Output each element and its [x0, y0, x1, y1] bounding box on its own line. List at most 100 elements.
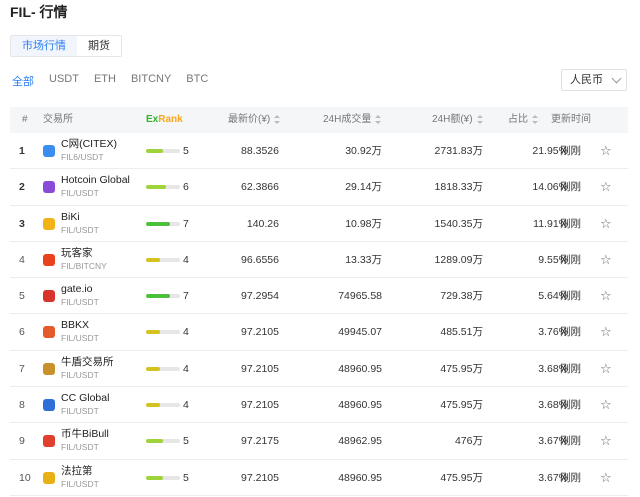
- niudun-shield-icon: [43, 362, 55, 375]
- amount-value: 1289.09万: [434, 253, 483, 266]
- star-icon[interactable]: ☆: [600, 206, 612, 242]
- amount-value: 1540.35万: [434, 217, 483, 230]
- exrank-bar-fill: [146, 330, 160, 335]
- ccglobal-icon: [43, 399, 55, 412]
- exrank-bar: [146, 330, 180, 335]
- rank-number: 1: [19, 145, 25, 157]
- exrank-bar: [146, 221, 180, 226]
- col-volume[interactable]: 24H成交量: [323, 107, 382, 133]
- exrank-score: 5: [183, 435, 189, 448]
- exchange-name[interactable]: C网(CITEX): [61, 138, 117, 151]
- amount-value: 476万: [454, 435, 483, 448]
- exrank-score: 4: [183, 399, 189, 412]
- star-icon[interactable]: ☆: [600, 460, 612, 496]
- table-row[interactable]: 3 BiKi FIL/USDT 7 140.26 10.98万 1540.35万 11.91%…: [10, 206, 628, 242]
- trading-pair: FIL/USDT: [61, 224, 99, 235]
- table-row[interactable]: 6 BBKX FIL/USDT 4 97.2105 49945.07 485.51万 3.76…: [10, 314, 628, 351]
- exchange-name[interactable]: CC Global: [61, 392, 109, 405]
- filter-bitcny[interactable]: BITCNY: [131, 73, 171, 89]
- table-row[interactable]: 9 币牛BiBull FIL/USDT 5 97.2175 48962.95 476万 3.6…: [10, 423, 628, 460]
- pair-filters: 全部 USDT ETH BITCNY BTC: [12, 73, 208, 89]
- table-row[interactable]: 7 牛盾交易所 FIL/USDT 4 97.2105 48960.95 475.95万 3.6…: [10, 351, 628, 388]
- price-value: 62.3866: [241, 181, 279, 194]
- exrank-bar-fill: [146, 366, 160, 371]
- star-icon[interactable]: ☆: [600, 314, 612, 350]
- table-row[interactable]: 8 CC Global FIL/USDT 4 97.2105 48960.95 475.95…: [10, 387, 628, 424]
- exrank-bar: [146, 366, 180, 371]
- table-row[interactable]: 1 C网(CITEX) FIL6/USDT 5 88.3526 30.92万 2731.83…: [10, 133, 628, 170]
- sort-icon: [375, 114, 382, 124]
- price-value: 97.2105: [241, 471, 279, 484]
- exchange-name[interactable]: 币牛BiBull: [61, 428, 109, 441]
- trading-pair: FIL/BITCNY: [61, 260, 107, 271]
- price-value: 88.3526: [241, 145, 279, 157]
- exchange-name[interactable]: gate.io: [61, 283, 93, 296]
- star-icon[interactable]: ☆: [600, 133, 612, 169]
- filter-btc[interactable]: BTC: [186, 73, 208, 89]
- exrank-bar: [146, 403, 180, 408]
- volume-value: 30.92万: [345, 145, 382, 157]
- exrank-bar-fill: [146, 149, 163, 153]
- price-value: 97.2954: [241, 290, 279, 303]
- chevron-down-icon: [611, 73, 622, 84]
- filter-usdt[interactable]: USDT: [49, 73, 79, 89]
- exchange-name[interactable]: 玩客家: [61, 247, 93, 260]
- star-icon[interactable]: ☆: [600, 351, 612, 387]
- exrank-ex-label: Ex: [146, 114, 159, 125]
- exrank-bar-fill: [146, 403, 160, 408]
- volume-value: 10.98万: [345, 217, 382, 230]
- filter-eth[interactable]: ETH: [94, 73, 116, 89]
- hotcoin-flame-icon: [43, 181, 55, 194]
- volume-value: 13.33万: [345, 253, 382, 266]
- col-amount-label: 24H额(¥): [432, 114, 473, 125]
- col-share-label: 占比: [508, 114, 528, 125]
- rank-number: 5: [19, 290, 25, 303]
- rank-number: 2: [19, 181, 25, 194]
- amount-value: 475.95万: [440, 471, 483, 484]
- exrank-bar: [146, 439, 180, 444]
- exrank-bar: [146, 257, 180, 262]
- col-price[interactable]: 最新价(¥): [228, 107, 281, 133]
- table-row[interactable]: 4 玩客家 FIL/BITCNY 4 96.6556 13.33万 1289.09万 9.55…: [10, 242, 628, 279]
- tab-futures[interactable]: 期货: [77, 36, 121, 56]
- price-value: 97.2175: [241, 435, 279, 448]
- exrank-score: 4: [183, 362, 189, 375]
- exchange-name[interactable]: BBKX: [61, 319, 89, 332]
- sort-icon: [532, 114, 538, 124]
- exrank-bar-fill: [146, 439, 163, 444]
- wankejia-icon: [43, 253, 55, 266]
- rank-number: 3: [19, 217, 25, 230]
- table-row[interactable]: 2 Hotcoin Global FIL/USDT 6 62.3866 29.14万 181…: [10, 169, 628, 206]
- exchange-name[interactable]: Hotcoin Global: [61, 174, 130, 187]
- amount-value: 729.38万: [440, 290, 483, 303]
- star-icon[interactable]: ☆: [600, 169, 612, 205]
- rank-number: 8: [19, 399, 25, 412]
- col-amount[interactable]: 24H额(¥): [432, 107, 483, 133]
- volume-value: 48960.95: [338, 399, 382, 412]
- rank-number: 9: [19, 435, 25, 448]
- exchange-name[interactable]: BiKi: [61, 211, 80, 224]
- updated-time: 刚刚: [560, 253, 581, 266]
- star-icon[interactable]: ☆: [600, 242, 612, 278]
- rank-number: 6: [19, 326, 25, 339]
- updated-time: 刚刚: [560, 471, 581, 484]
- exchange-name[interactable]: 法拉第: [61, 465, 93, 478]
- table-row[interactable]: 5 gate.io FIL/USDT 7 97.2954 74965.58 729.38万 5…: [10, 278, 628, 315]
- table-header: # 交易所 ExRank 最新价(¥) 24H成交量 24H额(¥) 占比 更新…: [10, 107, 628, 133]
- volume-value: 48960.95: [338, 471, 382, 484]
- col-share[interactable]: 占比: [508, 107, 538, 133]
- table-row[interactable]: 10 法拉第 FIL/USDT 5 97.2105 48960.95 475.95万 3.67…: [10, 460, 628, 496]
- exchange-name[interactable]: 牛盾交易所: [61, 356, 114, 369]
- star-icon[interactable]: ☆: [600, 387, 612, 423]
- star-icon[interactable]: ☆: [600, 423, 612, 459]
- currency-select[interactable]: 人民币: [561, 69, 627, 91]
- exrank-bar-fill: [146, 475, 163, 480]
- filter-all[interactable]: 全部: [12, 73, 34, 89]
- citex-hex-icon: [43, 145, 55, 157]
- volume-value: 49945.07: [338, 326, 382, 339]
- exrank-score: 6: [183, 181, 189, 194]
- col-exrank[interactable]: ExRank: [146, 107, 183, 133]
- tab-market[interactable]: 市场行情: [11, 36, 77, 56]
- star-icon[interactable]: ☆: [600, 278, 612, 314]
- trading-pair: FIL/USDT: [61, 369, 99, 380]
